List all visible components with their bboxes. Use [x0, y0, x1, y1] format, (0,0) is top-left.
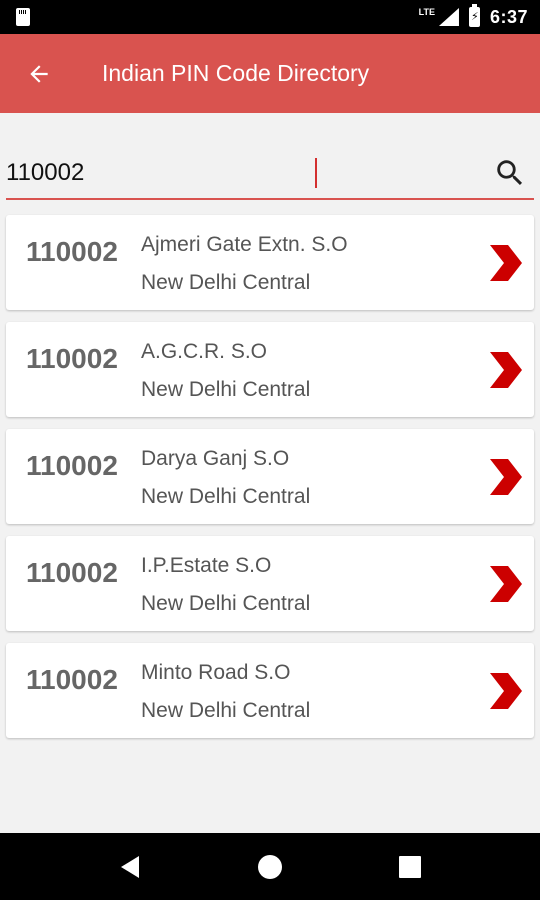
battery-icon: ⚡ — [468, 4, 480, 27]
text-cursor — [315, 158, 317, 188]
list-item[interactable]: 110002 I.P.Estate S.O New Delhi Central — [6, 536, 534, 631]
status-left — [16, 8, 30, 26]
search-input[interactable] — [6, 153, 316, 193]
office-name: Ajmeri Gate Extn. S.O — [141, 233, 348, 256]
office-name: A.G.C.R. S.O — [141, 340, 268, 363]
app-bar: Indian PIN Code Directory — [0, 34, 540, 113]
search-button[interactable] — [486, 149, 534, 197]
pin-code: 110002 — [26, 343, 118, 374]
list-item[interactable]: 110002 Ajmeri Gate Extn. S.O New Delhi C… — [6, 215, 534, 310]
pin-code: 110002 — [26, 450, 118, 481]
list-item[interactable]: 110002 Darya Ganj S.O New Delhi Central — [6, 429, 534, 524]
signal-icon — [438, 8, 459, 26]
arrow-back-icon — [30, 64, 48, 83]
chevron-right-icon — [490, 673, 522, 709]
district-name: New Delhi Central — [141, 485, 311, 508]
pin-code: 110002 — [26, 236, 118, 267]
nav-back-icon — [121, 855, 139, 878]
pin-code: 110002 — [26, 664, 118, 695]
district-name: New Delhi Central — [141, 271, 311, 294]
status-bar: LTE ⚡ 6:37 — [0, 0, 540, 34]
nav-home-icon — [258, 854, 282, 879]
status-right: LTE ⚡ 6:37 — [418, 4, 528, 28]
district-name: New Delhi Central — [141, 592, 311, 615]
nav-home-button[interactable] — [240, 837, 300, 897]
nav-recents-button[interactable] — [380, 837, 440, 897]
chevron-right-icon — [490, 245, 522, 281]
list-item[interactable]: 110002 A.G.C.R. S.O New Delhi Central — [6, 322, 534, 417]
chevron-right-icon — [490, 352, 522, 388]
sd-card-icon — [16, 8, 30, 26]
pin-code: 110002 — [26, 557, 118, 588]
clock: 6:37 — [489, 6, 528, 27]
chevron-right-icon — [490, 566, 522, 602]
nav-recents-icon — [399, 855, 421, 878]
district-name: New Delhi Central — [141, 699, 311, 722]
office-name: Darya Ganj S.O — [141, 447, 290, 470]
chevron-right-icon — [490, 459, 522, 495]
office-name: Minto Road S.O — [141, 661, 291, 684]
back-button[interactable] — [0, 34, 80, 113]
search-icon — [497, 160, 523, 186]
results-list: 110002 Ajmeri Gate Extn. S.O New Delhi C… — [6, 215, 534, 750]
district-name: New Delhi Central — [141, 378, 311, 401]
page-title: Indian PIN Code Directory — [102, 60, 370, 86]
list-item[interactable]: 110002 Minto Road S.O New Delhi Central — [6, 643, 534, 738]
nav-back-button[interactable] — [100, 837, 160, 897]
office-name: I.P.Estate S.O — [141, 554, 272, 577]
search-bar — [6, 148, 534, 200]
navigation-bar — [0, 833, 540, 900]
network-type: LTE — [418, 7, 435, 17]
